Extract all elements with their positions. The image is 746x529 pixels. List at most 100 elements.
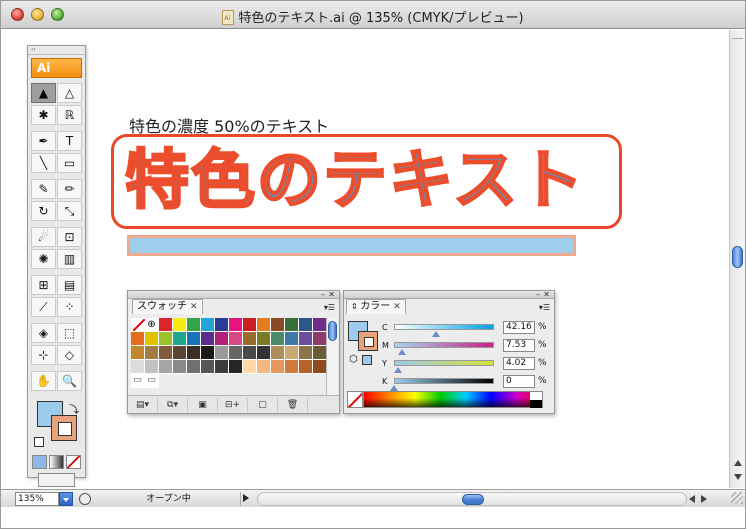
symbol-sprayer-tool[interactable]: ✺ [31,249,56,269]
artboard-canvas[interactable] [1,30,715,488]
spectrum-black[interactable] [530,400,542,408]
color-spectrum-bar[interactable] [363,391,543,408]
swatch-group-folder-icon[interactable]: ▭ [131,374,145,388]
swatch[interactable] [145,346,159,360]
swatches-panel-grip[interactable]: – ✕ [128,290,339,299]
slice-tool[interactable]: ⊹ [31,345,56,365]
mesh-tool[interactable]: ⊞ [31,275,56,295]
color-mode-button[interactable] [32,455,47,469]
screen-mode-button[interactable] [38,473,75,487]
tab-color[interactable]: ⇕ カラー ✕ [346,299,406,314]
status-menu-arrow-icon[interactable] [243,494,249,502]
swatch[interactable] [243,360,257,374]
window-resize-grip[interactable] [731,492,743,504]
slider-track[interactable] [394,360,494,366]
free-transform-tool[interactable]: ⊡ [57,227,82,247]
slider-value-field[interactable]: 7.53 [503,339,535,352]
swatch[interactable] [257,360,271,374]
swatch[interactable] [173,360,187,374]
swatch[interactable] [313,332,327,346]
swatch[interactable] [173,332,187,346]
swatch-libraries-menu-icon[interactable]: ▤▾ [128,397,158,412]
zoom-level-field[interactable]: 135% [15,492,59,506]
ai-logo[interactable]: Ai [31,58,82,78]
delete-swatch-icon[interactable]: 🗑 [278,397,308,412]
vertical-scroll-thumb[interactable] [732,246,743,268]
swatch[interactable] [187,318,201,332]
scale-tool[interactable]: ⤡ [57,201,82,221]
swatch[interactable] [159,360,173,374]
slider-value-field[interactable]: 42.16 [503,321,535,334]
slider-value-field[interactable]: 0 [503,375,535,388]
swatch[interactable] [201,318,215,332]
slider-track[interactable] [394,324,494,330]
tab-color-close-icon[interactable]: ✕ [393,302,401,312]
swatches-menu-icon[interactable]: ▾☰ [324,303,335,312]
slider-thumb-icon[interactable] [394,367,403,373]
color-menu-icon[interactable]: ▾☰ [539,303,550,312]
line-tool[interactable]: ╲ [31,153,56,173]
color-stroke-box[interactable] [358,331,378,351]
live-paint-selection-tool[interactable]: ⬚ [57,323,82,343]
swatch[interactable] [173,318,187,332]
swatches-scroll-thumb[interactable] [328,321,337,341]
pen-tool[interactable]: ✒ [31,131,56,151]
gradient-tool[interactable]: ▤ [57,275,82,295]
swatch[interactable] [187,332,201,346]
swatches-minimize-icon[interactable]: – [321,290,325,299]
swatch[interactable] [271,332,285,346]
color-minimize-icon[interactable]: – [536,290,540,299]
swatch[interactable] [215,332,229,346]
status-text[interactable]: オープン中 [97,492,241,506]
default-fill-stroke-icon[interactable] [34,437,44,447]
zoom-tool[interactable]: 🔍 [57,371,82,391]
swatch[interactable] [201,346,215,360]
swatch-options-icon[interactable]: ▣ [188,397,218,412]
selection-tool[interactable]: ▲ [31,83,56,103]
direct-selection-tool[interactable]: △ [57,83,82,103]
new-swatch-icon[interactable]: ▢ [248,397,278,412]
swatch[interactable] [131,360,145,374]
color-close-icon[interactable]: ✕ [543,290,550,299]
swatch[interactable] [285,360,299,374]
swatch[interactable] [243,332,257,346]
rotate-tool[interactable]: ↻ [31,201,56,221]
swatch[interactable] [229,318,243,332]
swatch[interactable] [229,346,243,360]
swatch[interactable] [299,346,313,360]
stroke-color-box[interactable] [51,415,77,441]
status-clock-icon[interactable] [79,493,91,505]
slider-thumb-icon[interactable] [397,349,406,355]
swatch[interactable] [145,332,159,346]
swatch[interactable] [299,332,313,346]
swatch[interactable] [229,360,243,374]
slider-value-field[interactable]: 4.02 [503,357,535,370]
gradient-mode-button[interactable] [49,455,64,469]
swatch[interactable] [159,318,173,332]
swatch[interactable] [243,318,257,332]
swatch[interactable] [131,332,145,346]
swatch-none[interactable] [131,318,145,332]
swatch[interactable] [299,360,313,374]
type-tool[interactable]: T [57,131,82,151]
hand-tool[interactable]: ✋ [31,371,56,391]
scroll-down-arrow-icon[interactable] [734,474,742,480]
swatch[interactable] [201,332,215,346]
graph-tool[interactable]: ▥ [57,249,82,269]
horizontal-scrollbar[interactable] [257,492,687,506]
swatch[interactable] [187,360,201,374]
paintbrush-tool[interactable]: ✎ [31,179,56,199]
swatch[interactable] [215,360,229,374]
new-color-group-icon[interactable]: ⊟+ [218,397,248,412]
swatches-close-icon[interactable]: ✕ [328,290,335,299]
title-bar[interactable]: 特色のテキスト.ai @ 135% (CMYK/プレビュー) [1,1,745,29]
magic-wand-tool[interactable]: ✱ [31,105,56,125]
swap-fill-stroke-icon[interactable]: ⤵ [69,401,79,416]
swatch[interactable] [131,346,145,360]
spot-color-headline[interactable]: 特色のテキスト [124,141,585,221]
swatch[interactable] [285,346,299,360]
swatch[interactable] [159,332,173,346]
slider-track[interactable] [394,378,494,384]
eraser-tool[interactable]: ◇ [57,345,82,365]
swatch-registration[interactable]: ⊕ [145,318,159,332]
